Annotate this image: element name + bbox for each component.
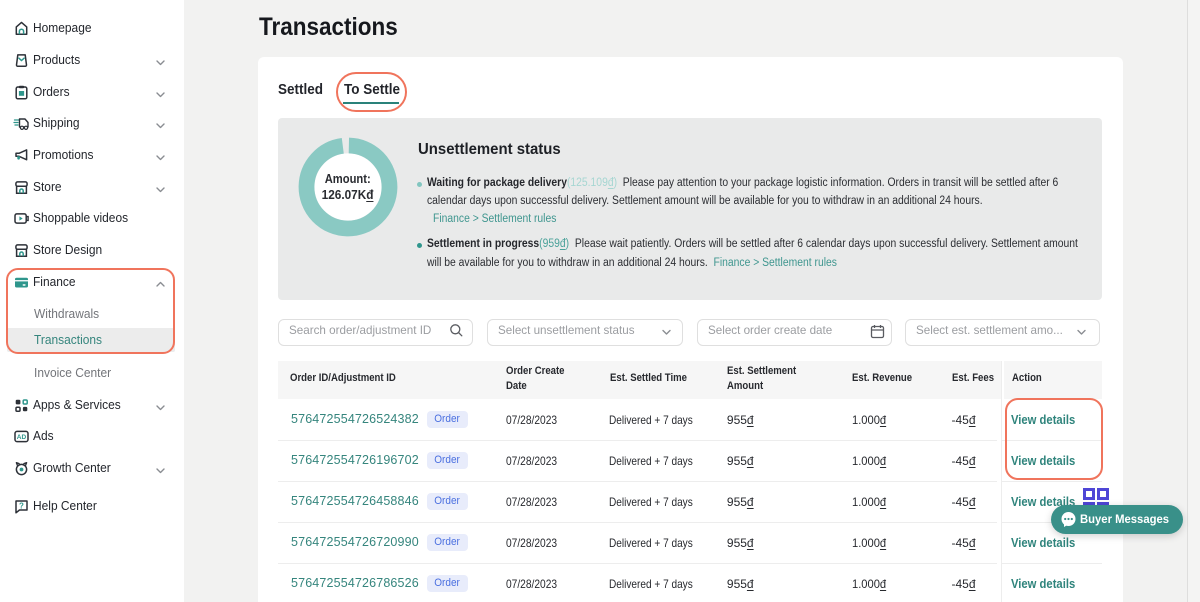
- svg-text:?: ?: [19, 501, 24, 510]
- svg-text:AD: AD: [17, 434, 27, 441]
